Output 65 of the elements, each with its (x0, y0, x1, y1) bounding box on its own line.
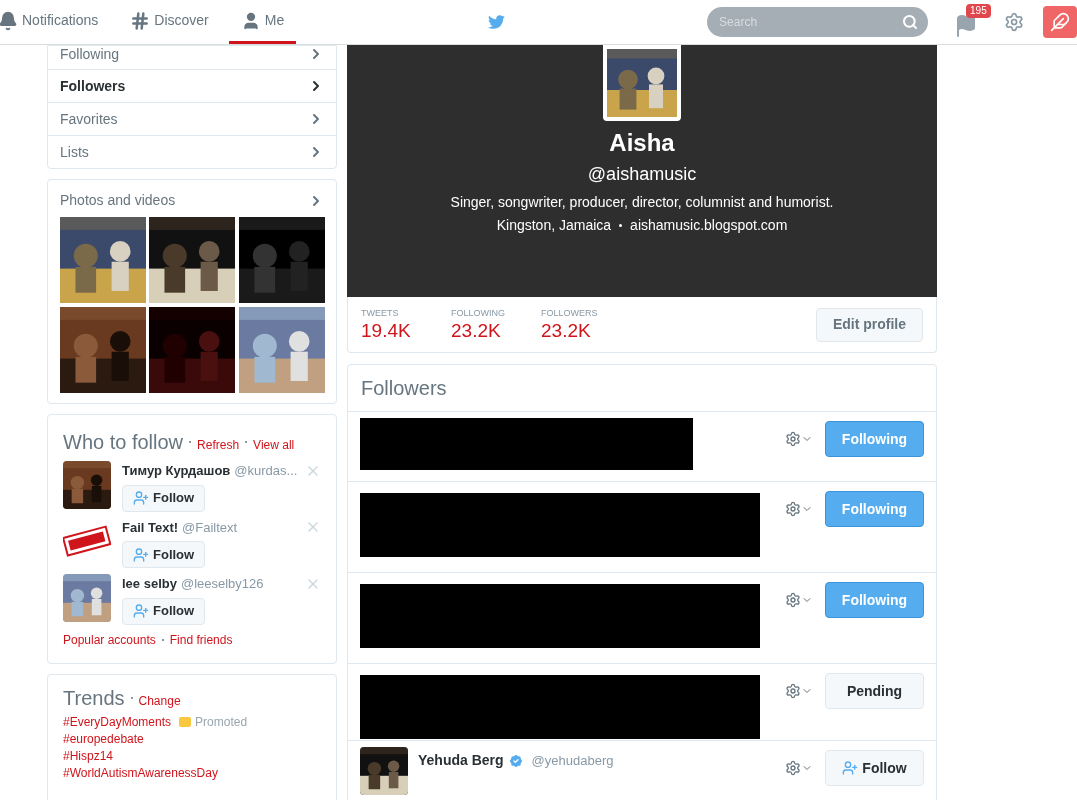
user-name[interactable]: Тимур Курдашов (122, 461, 231, 481)
add-user-icon (842, 760, 859, 776)
follow-button[interactable]: Follow (122, 541, 206, 568)
user-name[interactable]: Yehuda Berg (418, 750, 504, 771)
feather-icon (1050, 12, 1071, 32)
user-name[interactable]: Fail Text! (122, 517, 179, 537)
profile-name: Aisha (609, 128, 675, 158)
section-title: Trends (63, 685, 125, 711)
gear-icon (785, 683, 801, 699)
follow-button[interactable]: Follow (825, 750, 924, 786)
profile-stat[interactable]: FOLLOWING 23.2K (451, 306, 511, 343)
edit-profile-button[interactable]: Edit profile (815, 307, 923, 342)
section-link[interactable]: Refresh (197, 436, 240, 454)
compose-button[interactable] (1043, 6, 1077, 38)
profile-website[interactable]: aishamusic.blogspot.com (630, 215, 788, 236)
search-icon[interactable] (902, 14, 919, 30)
profile-handle: @aishamusic (587, 163, 697, 186)
user-handle: @yehudaberg (531, 751, 614, 770)
user-handle: @Failtext (182, 518, 238, 537)
follow-button[interactable]: Follow (122, 484, 206, 512)
trend-link[interactable]: #EveryDayMoments (63, 713, 172, 731)
gear-icon (785, 431, 801, 447)
profile-location: Kingston, Jamaica (496, 216, 612, 235)
add-user-icon (133, 546, 149, 563)
gear-icon (785, 760, 801, 776)
gear-icon (785, 501, 801, 517)
profile-menu-item[interactable]: Following (48, 46, 336, 69)
user-name[interactable]: lee selby (122, 574, 177, 594)
user-actions-menu[interactable] (785, 592, 813, 608)
section-title: Followers (361, 376, 447, 401)
footer-link[interactable]: Find friends (169, 630, 233, 649)
profile-menu-item[interactable]: Favorites (48, 102, 336, 135)
bird-logo-icon[interactable] (488, 12, 506, 32)
notification-badge: 195 (966, 4, 991, 18)
nav-tab[interactable]: Discover (118, 0, 221, 44)
promoted-icon (179, 717, 192, 727)
trend-link[interactable]: #europedebate (63, 730, 144, 748)
gear-icon (785, 592, 801, 608)
user-handle: @leeselby126 (180, 575, 264, 593)
section-link[interactable]: View all (253, 436, 295, 454)
follow-button[interactable]: Follow (122, 597, 206, 625)
bell-icon (0, 10, 18, 31)
follow-button[interactable]: Pending (825, 673, 924, 709)
settings-icon[interactable] (1004, 10, 1025, 34)
profile-stat[interactable]: FOLLOWERS 23.2K (541, 306, 601, 343)
user-actions-menu[interactable] (785, 431, 813, 447)
user-actions-menu[interactable] (785, 683, 813, 699)
section-title[interactable]: Photos and videos (60, 190, 176, 211)
footer-link[interactable]: Popular accounts (63, 630, 156, 649)
profile-bio: Singer, songwriter, producer, director, columnist and humorist. (450, 193, 834, 212)
add-user-icon (133, 603, 149, 619)
user-actions-menu[interactable] (785, 760, 813, 776)
nav-tab[interactable]: Notifications (0, 0, 119, 44)
profile-menu-item[interactable]: Lists (48, 135, 336, 168)
add-user-icon (133, 490, 149, 506)
promoted-label: Promoted (195, 713, 248, 731)
user-actions-menu[interactable] (785, 501, 813, 517)
trend-link[interactable]: #Hispz14 (63, 747, 114, 765)
profile-stat[interactable]: TWEETS 19.4K (361, 306, 421, 343)
trend-link[interactable]: #WorldAutismAwarenessDay (63, 764, 218, 782)
profile-menu-item[interactable]: Followers (48, 69, 336, 102)
user-handle: @kurdas... (234, 462, 298, 480)
change-link[interactable]: Change (138, 691, 181, 710)
section-title: Who to follow (63, 430, 184, 455)
hash-icon (130, 10, 151, 31)
